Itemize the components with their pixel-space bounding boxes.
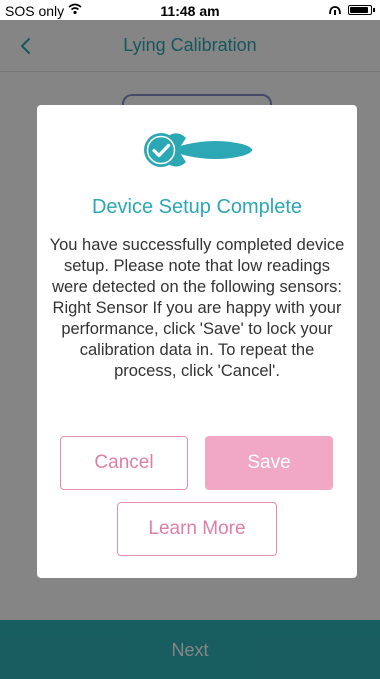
learn-more-button[interactable]: Learn More	[117, 502, 277, 556]
save-button[interactable]: Save	[205, 436, 333, 490]
dialog-title: Device Setup Complete	[91, 196, 303, 218]
cancel-button[interactable]: Cancel	[60, 436, 188, 490]
signal-icon	[329, 6, 341, 15]
status-bar: SOS only 11:48 am	[0, 0, 380, 20]
dialog-message: You have successfully completed device s…	[49, 236, 345, 380]
status-icons	[318, 4, 375, 16]
battery-icon	[348, 5, 375, 15]
device-check-icon	[144, 133, 252, 167]
setup-complete-dialog: Device Setup Complete You have successfu…	[37, 105, 357, 578]
